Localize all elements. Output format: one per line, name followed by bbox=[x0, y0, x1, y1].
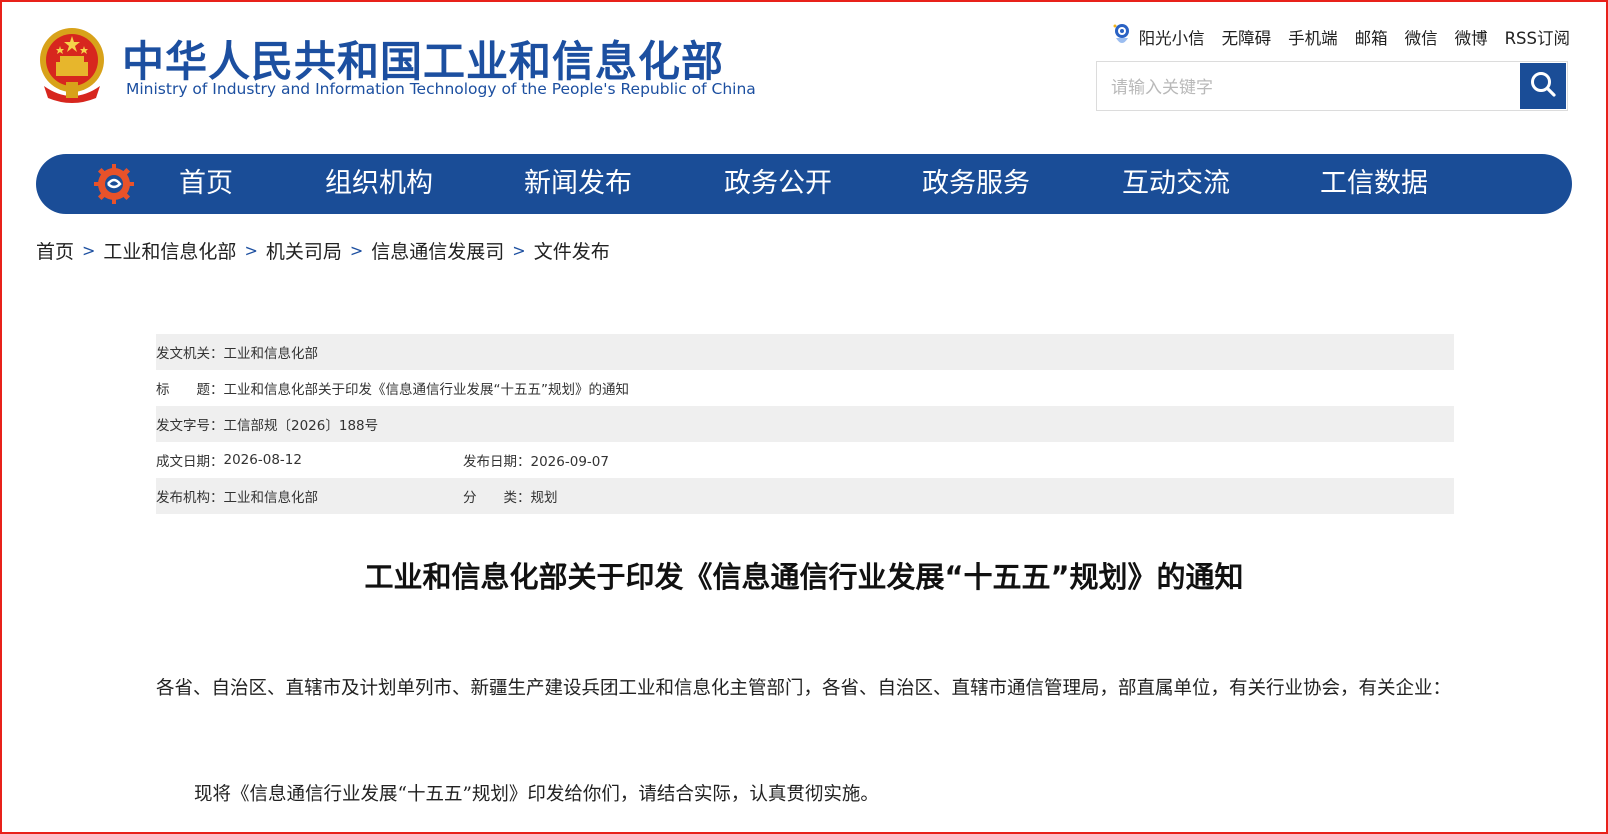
meta-label-category: 分 类： bbox=[463, 490, 531, 506]
top-link-mobile[interactable]: 手机端 bbox=[1288, 25, 1338, 49]
search-bar bbox=[1096, 61, 1568, 111]
meta-value-published: 2026-09-07 bbox=[530, 454, 609, 470]
breadcrumb-current[interactable]: 文件发布 bbox=[534, 237, 610, 264]
top-link-accessibility[interactable]: 无障碍 bbox=[1222, 25, 1272, 49]
search-button[interactable] bbox=[1520, 63, 1566, 109]
meta-value-org: 工业和信息化部 bbox=[223, 490, 319, 506]
search-icon bbox=[1529, 70, 1557, 102]
meta-value-issuer: 工业和信息化部 bbox=[223, 346, 319, 362]
nav-home[interactable]: 首页 bbox=[179, 154, 233, 214]
search-input[interactable] bbox=[1109, 72, 1503, 104]
breadcrumb-ministry[interactable]: 工业和信息化部 bbox=[103, 237, 236, 264]
meta-label-doc-no: 发文字号： bbox=[156, 418, 224, 434]
breadcrumb-separator: > bbox=[82, 241, 96, 260]
meta-label-org: 发布机构： bbox=[156, 490, 224, 506]
meta-row-title: 标 题： 工业和信息化部关于印发《信息通信行业发展“十五五”规划》的通知 bbox=[156, 370, 1454, 406]
breadcrumb: 首页 > 工业和信息化部 > 机关司局 > 信息通信发展司 > 文件发布 bbox=[36, 237, 610, 264]
document-meta-table: 发文机关： 工业和信息化部 标 题： 工业和信息化部关于印发《信息通信行业发展“… bbox=[156, 334, 1454, 514]
document-title: 工业和信息化部关于印发《信息通信行业发展“十五五”规划》的通知 bbox=[364, 560, 1244, 594]
nav-gov-affairs[interactable]: 政务公开 bbox=[724, 154, 832, 214]
nav-gov-services[interactable]: 政务服务 bbox=[922, 154, 1030, 214]
meta-value-category: 规划 bbox=[530, 490, 558, 506]
top-link-mail[interactable]: 邮箱 bbox=[1355, 25, 1388, 49]
meta-row-doc-no: 发文字号： 工信部规〔2026〕188号 bbox=[156, 406, 1454, 442]
breadcrumb-ict-dept[interactable]: 信息通信发展司 bbox=[371, 237, 504, 264]
miit-logo-icon[interactable] bbox=[94, 164, 134, 204]
document-paragraph: 现将《信息通信行业发展“十五五”规划》印发给你们，请结合实际，认真贯彻实施。 bbox=[194, 784, 879, 805]
top-link-sunshine[interactable]: 阳光小信 bbox=[1111, 22, 1205, 52]
meta-label-title: 标 题： bbox=[156, 382, 224, 398]
top-links: 阳光小信 无障碍 手机端 邮箱 微信 微博 RSS订阅 bbox=[1111, 22, 1570, 52]
meta-row-issuer: 发文机关： 工业和信息化部 bbox=[156, 334, 1454, 370]
breadcrumb-departments[interactable]: 机关司局 bbox=[266, 237, 342, 264]
document-salutation: 各省、自治区、直辖市及计划单列市、新疆生产建设兵团工业和信息化主管部门，各省、自… bbox=[156, 678, 1452, 699]
nav-data[interactable]: 工信数据 bbox=[1320, 154, 1428, 214]
breadcrumb-separator: > bbox=[244, 241, 258, 260]
mascot-icon bbox=[1111, 22, 1133, 52]
meta-value-title: 工业和信息化部关于印发《信息通信行业发展“十五五”规划》的通知 bbox=[223, 382, 630, 398]
meta-label-published: 发布日期： bbox=[463, 454, 531, 470]
site-subtitle: Ministry of Industry and Information Tec… bbox=[126, 80, 756, 98]
main-nav: 首页 组织机构 新闻发布 政务公开 政务服务 互动交流 工信数据 bbox=[36, 154, 1572, 214]
nav-news[interactable]: 新闻发布 bbox=[524, 154, 632, 214]
meta-label-written: 成文日期： bbox=[156, 454, 224, 470]
meta-category: 分 类：规划 bbox=[463, 486, 558, 506]
breadcrumb-separator: > bbox=[349, 241, 364, 260]
top-link-wechat[interactable]: 微信 bbox=[1405, 25, 1438, 49]
meta-value-doc-no: 工信部规〔2026〕188号 bbox=[223, 418, 379, 434]
meta-value-written: 2026-08-12 bbox=[223, 452, 302, 468]
top-link-rss[interactable]: RSS订阅 bbox=[1505, 25, 1570, 49]
breadcrumb-home[interactable]: 首页 bbox=[36, 237, 74, 264]
meta-row-org: 发布机构： 工业和信息化部 分 类：规划 bbox=[156, 478, 1454, 514]
meta-label-issuer: 发文机关： bbox=[156, 346, 224, 362]
top-link-label: 阳光小信 bbox=[1138, 29, 1205, 48]
meta-published: 发布日期：2026-09-07 bbox=[463, 450, 609, 470]
national-emblem-icon bbox=[36, 26, 108, 104]
nav-interaction[interactable]: 互动交流 bbox=[1122, 154, 1230, 214]
breadcrumb-separator: > bbox=[512, 241, 526, 260]
nav-organization[interactable]: 组织机构 bbox=[325, 154, 433, 214]
meta-row-dates: 成文日期： 2026-08-12 发布日期：2026-09-07 bbox=[156, 442, 1454, 478]
top-link-weibo[interactable]: 微博 bbox=[1455, 25, 1488, 49]
